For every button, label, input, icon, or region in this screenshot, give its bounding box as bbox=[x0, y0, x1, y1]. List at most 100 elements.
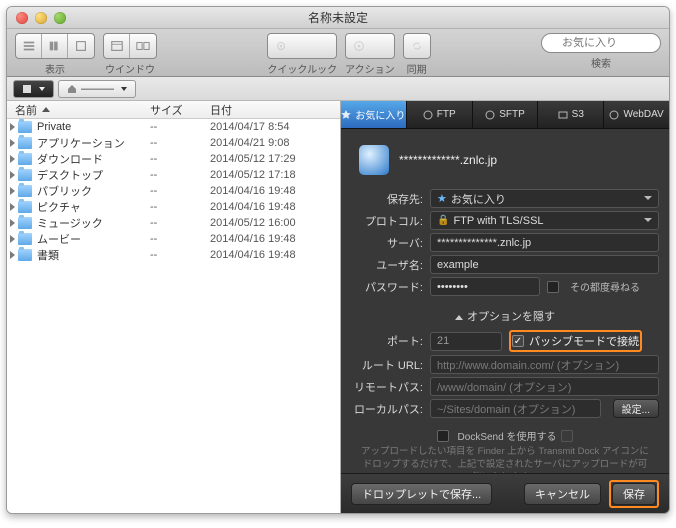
window-title: 名称未設定 bbox=[7, 9, 669, 26]
table-row[interactable]: Private--2014/04/17 8:54 bbox=[7, 119, 340, 135]
window-segment[interactable] bbox=[103, 33, 157, 59]
file-name: 書類 bbox=[37, 247, 150, 263]
file-name: デスクトップ bbox=[37, 167, 150, 183]
file-size: -- bbox=[150, 137, 210, 149]
user-input[interactable]: example bbox=[430, 255, 659, 274]
file-date: 2014/04/16 19:48 bbox=[210, 249, 340, 261]
tab-ftp[interactable]: FTP bbox=[407, 101, 473, 128]
file-name: パブリック bbox=[37, 183, 150, 199]
protocol-select[interactable]: 🔒FTP with TLS/SSL bbox=[430, 211, 659, 230]
password-input[interactable]: •••••••• bbox=[430, 277, 540, 296]
disclosure-icon bbox=[10, 187, 15, 195]
col-name[interactable]: 名前 bbox=[15, 102, 37, 118]
sync-label: 同期 bbox=[403, 61, 431, 76]
remote-path-label: リモートパス: bbox=[351, 379, 423, 395]
table-row[interactable]: ピクチャ--2014/04/16 19:48 bbox=[7, 199, 340, 215]
file-size: -- bbox=[150, 169, 210, 181]
action-label: アクション bbox=[345, 61, 395, 76]
file-name: ピクチャ bbox=[37, 199, 150, 215]
server-label: サーバ: bbox=[351, 235, 423, 251]
server-input[interactable]: **************.znlc.jp bbox=[430, 233, 659, 252]
root-url-input[interactable]: http://www.domain.com/ (オプション) bbox=[430, 355, 659, 374]
local-panel: 名前 サイズ 日付 Private--2014/04/17 8:54アプリケーシ… bbox=[7, 101, 341, 513]
port-input[interactable]: 21 bbox=[430, 332, 502, 351]
folder-icon bbox=[18, 201, 32, 213]
disclosure-icon bbox=[10, 155, 15, 163]
titlebar: 名称未設定 bbox=[7, 7, 669, 29]
file-size: -- bbox=[150, 217, 210, 229]
view-segment[interactable] bbox=[15, 33, 95, 59]
caret-up-icon bbox=[455, 315, 463, 320]
col-size[interactable]: サイズ bbox=[150, 102, 210, 118]
tab-sftp[interactable]: SFTP bbox=[473, 101, 539, 128]
folder-icon bbox=[18, 137, 32, 149]
hostname: *************.znlc.jp bbox=[399, 153, 497, 167]
table-row[interactable]: 書類--2014/04/16 19:48 bbox=[7, 247, 340, 263]
sort-indicator-icon bbox=[42, 107, 50, 112]
save-button[interactable]: 保存 bbox=[612, 483, 656, 505]
file-name: Private bbox=[37, 121, 150, 133]
save-droplet-button[interactable]: ドロップレットで保存... bbox=[351, 483, 492, 505]
protocol-label: プロトコル: bbox=[351, 213, 423, 229]
docksend-icon bbox=[561, 430, 573, 442]
file-date: 2014/05/12 17:18 bbox=[210, 169, 340, 181]
connection-panel: お気に入り FTP SFTP S3 WebDAV *************.z… bbox=[341, 101, 669, 513]
table-row[interactable]: パブリック--2014/04/16 19:48 bbox=[7, 183, 340, 199]
file-name: アプリケーション bbox=[37, 135, 150, 151]
save-to-label: 保存先: bbox=[351, 191, 423, 207]
folder-icon bbox=[18, 185, 32, 197]
tab-s3[interactable]: S3 bbox=[538, 101, 604, 128]
tab-favorites[interactable]: お気に入り bbox=[341, 101, 407, 128]
table-row[interactable]: ムービー--2014/04/16 19:48 bbox=[7, 231, 340, 247]
ask-each-time-checkbox[interactable] bbox=[547, 281, 559, 293]
table-row[interactable]: デスクトップ--2014/05/12 17:18 bbox=[7, 167, 340, 183]
col-date[interactable]: 日付 bbox=[210, 102, 340, 118]
password-label: パスワード: bbox=[351, 279, 423, 295]
folder-icon bbox=[18, 233, 32, 245]
globe-icon bbox=[359, 145, 389, 175]
toolbar: 表示 ウインドウ クイックルック アクション 同期 bbox=[7, 29, 669, 77]
settings-button[interactable]: 設定... bbox=[613, 399, 659, 418]
tab-webdav[interactable]: WebDAV bbox=[604, 101, 669, 128]
sync-button[interactable] bbox=[403, 33, 431, 59]
protocol-tabbar: お気に入り FTP SFTP S3 WebDAV bbox=[341, 101, 669, 129]
cancel-button[interactable]: キャンセル bbox=[524, 483, 601, 505]
file-date: 2014/04/21 9:08 bbox=[210, 137, 340, 149]
lock-icon: 🔒 bbox=[437, 215, 449, 226]
star-icon: ★ bbox=[437, 192, 447, 205]
file-list: Private--2014/04/17 8:54アプリケーション--2014/0… bbox=[7, 119, 340, 513]
search-input[interactable] bbox=[541, 33, 661, 53]
file-name: ムービー bbox=[37, 231, 150, 247]
path-current[interactable]: ——— bbox=[58, 80, 136, 98]
window-label: ウインドウ bbox=[103, 61, 157, 76]
view-label: 表示 bbox=[15, 61, 95, 76]
footer: ドロップレットで保存... キャンセル 保存 bbox=[341, 473, 669, 513]
file-name: ダウンロード bbox=[37, 151, 150, 167]
quicklook-button[interactable] bbox=[267, 33, 337, 59]
file-size: -- bbox=[150, 233, 210, 245]
home-icon bbox=[67, 84, 77, 94]
remote-path-input[interactable]: /www/domain/ (オプション) bbox=[430, 377, 659, 396]
table-row[interactable]: アプリケーション--2014/04/21 9:08 bbox=[7, 135, 340, 151]
file-date: 2014/04/17 8:54 bbox=[210, 121, 340, 133]
folder-icon bbox=[18, 217, 32, 229]
local-path-input[interactable]: ~/Sites/domain (オプション) bbox=[430, 399, 601, 418]
file-date: 2014/04/16 19:48 bbox=[210, 233, 340, 245]
folder-icon bbox=[18, 249, 32, 261]
file-date: 2014/04/16 19:48 bbox=[210, 201, 340, 213]
save-to-select[interactable]: ★お気に入り bbox=[430, 189, 659, 208]
table-row[interactable]: ミュージック--2014/05/12 16:00 bbox=[7, 215, 340, 231]
passive-mode-checkbox[interactable]: パッシブモードで接続 bbox=[512, 333, 639, 349]
action-button[interactable] bbox=[345, 33, 395, 59]
folder-icon bbox=[18, 153, 32, 165]
local-path-label: ローカルパス: bbox=[351, 401, 423, 417]
table-row[interactable]: ダウンロード--2014/05/12 17:29 bbox=[7, 151, 340, 167]
ask-each-time-label: その都度尋ねる bbox=[570, 279, 640, 294]
column-header[interactable]: 名前 サイズ 日付 bbox=[7, 101, 340, 119]
history-button[interactable] bbox=[13, 80, 54, 98]
docksend-checkbox[interactable] bbox=[437, 430, 449, 442]
root-url-label: ルート URL: bbox=[351, 357, 423, 373]
options-toggle[interactable]: オプションを隠す bbox=[351, 308, 659, 324]
docksend-label: DockSend を使用する bbox=[458, 428, 557, 443]
quicklook-label: クイックルック bbox=[267, 61, 337, 76]
